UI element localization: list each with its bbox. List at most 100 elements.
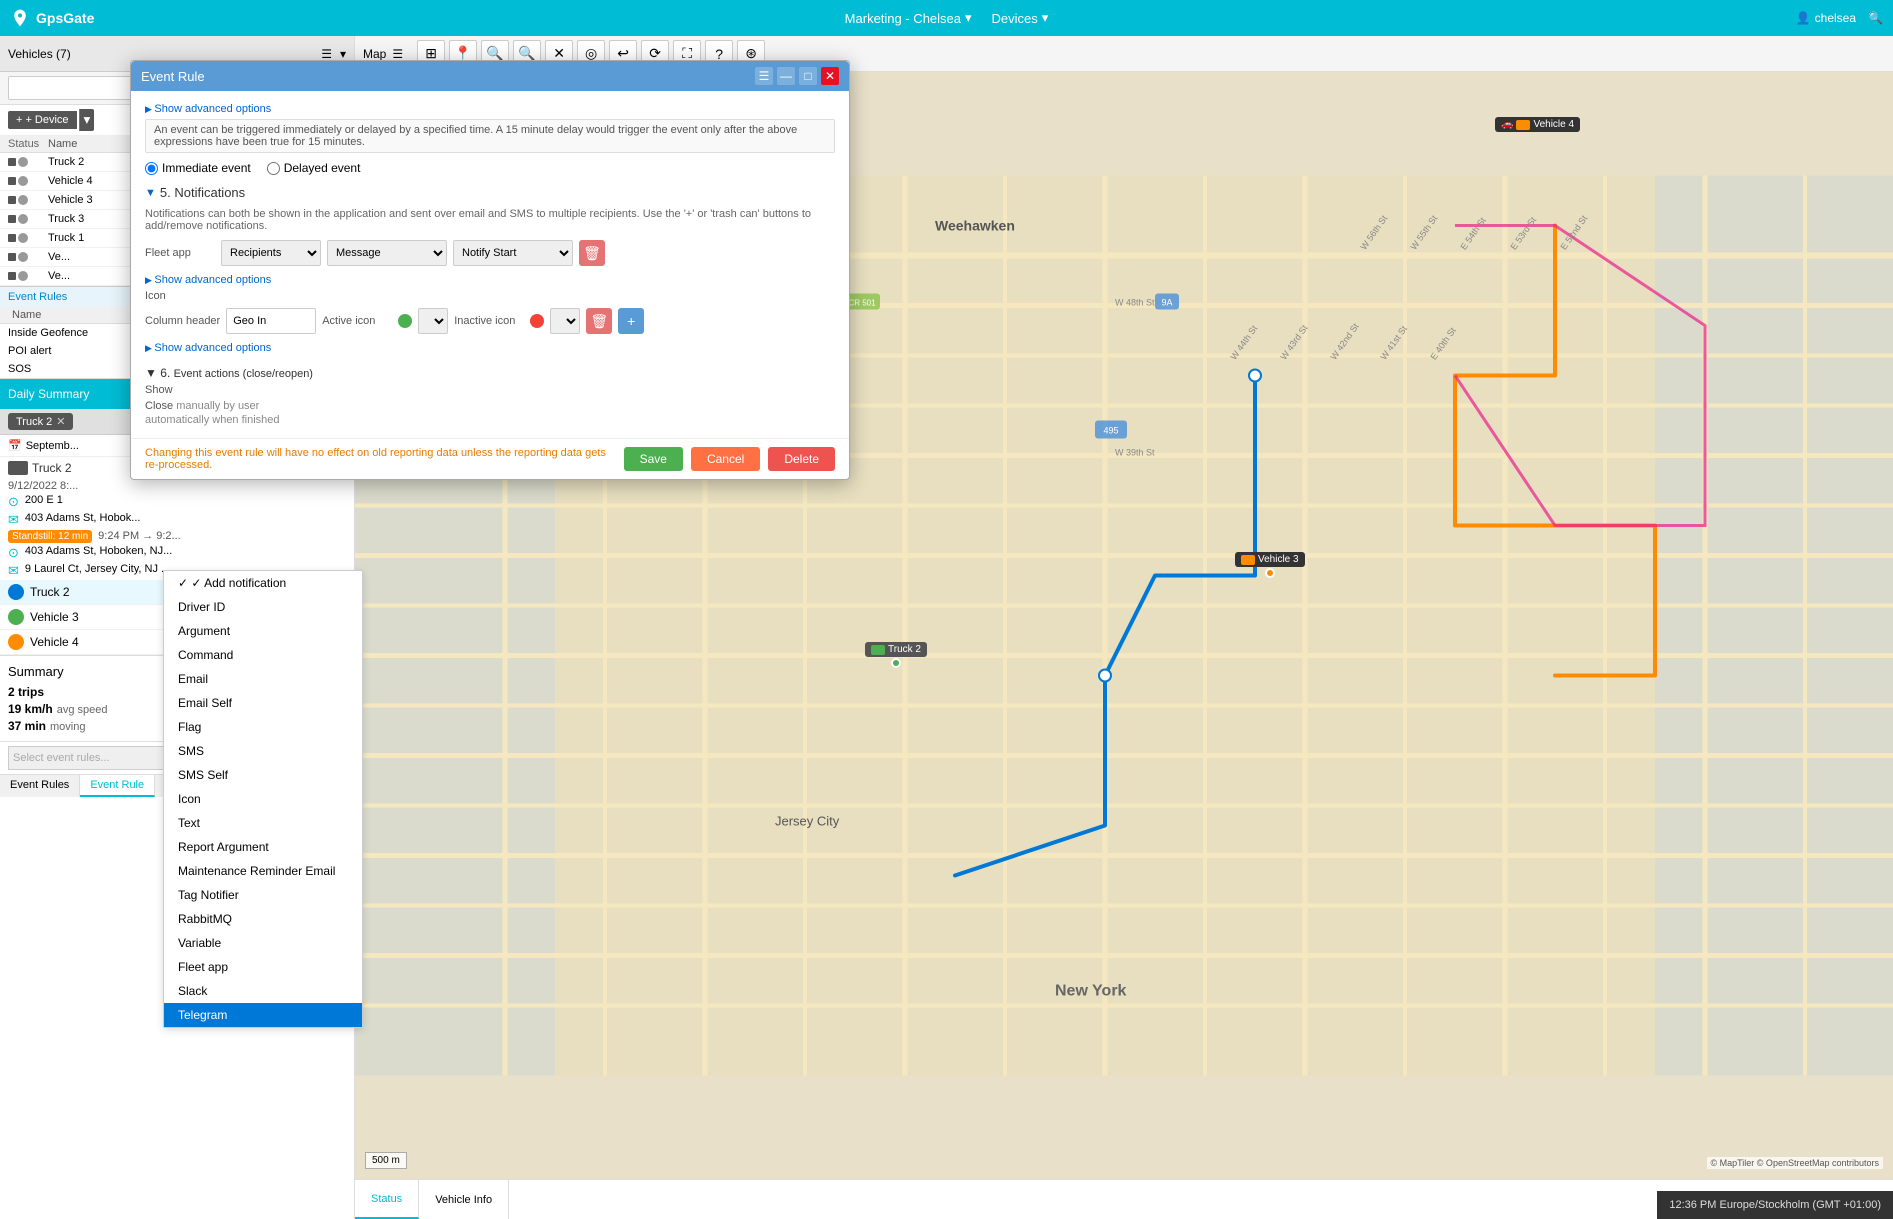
vehicle-list-vehicle3[interactable]: Vehicle 3 <box>0 605 354 630</box>
user-menu[interactable]: 👤 chelsea <box>1796 11 1856 25</box>
close-text: Close manually by user <box>145 400 835 412</box>
event-actions-text: Show <box>145 384 835 396</box>
modal-menu-button[interactable]: ☰ <box>755 67 773 85</box>
notif-desc: Notifications can both be shown in the a… <box>145 208 835 232</box>
map-scale: 500 m <box>365 1152 407 1169</box>
auto-close-text: automatically when finished <box>145 414 835 426</box>
delete-icon-button[interactable]: 🗑 <box>586 308 612 334</box>
event-rules-select[interactable]: Select event rules... <box>8 746 346 770</box>
summary-title: Summary <box>8 664 64 679</box>
vehicle-eye-truck2[interactable] <box>8 584 24 600</box>
summary-trips: 2 trips <box>8 685 167 699</box>
chevron-right-icon: › <box>342 585 346 599</box>
delete-notif-button[interactable]: 🗑 <box>579 240 605 266</box>
modal-minimize-button[interactable]: — <box>777 67 795 85</box>
add-device-button[interactable]: + + Device <box>8 111 77 129</box>
search-icon[interactable]: 🔍 <box>1868 11 1883 25</box>
location-icon3: ⊙ <box>8 545 19 561</box>
vehicle4-marker: Vehicle 4 <box>1495 117 1580 132</box>
column-header-row: Column header Active icon ▾ Inactive ico… <box>145 308 835 334</box>
standstill-badge: Standstill: 12 min <box>8 530 92 543</box>
trip2-address2-row: ✉ 9 Laurel Ct, Jersey City, NJ ... <box>0 562 354 580</box>
active-icon-dropdown[interactable]: ▾ <box>418 308 448 334</box>
chevron-down-icon[interactable]: ▾ <box>340 47 346 61</box>
event-rule-modal: Event Rule ☰ — □ ✕ Show advanced options… <box>130 60 850 480</box>
standstill-row: Standstill: 12 min 9:24 PM → 9:2... <box>0 529 354 544</box>
active-color-dot <box>398 314 412 328</box>
map-menu-icon[interactable]: ☰ <box>392 47 403 61</box>
notif-row: Fleet app Recipients Message Notify Star… <box>145 240 835 266</box>
column-header-label: Column header <box>145 315 220 327</box>
modal-title-bar: Event Rule ☰ — □ ✕ <box>131 61 849 91</box>
inactive-color-dot <box>530 314 544 328</box>
svg-text:W 48th St: W 48th St <box>1115 298 1155 308</box>
delete-button[interactable]: Delete <box>768 447 835 471</box>
truck-tab[interactable]: Truck 2 ✕ <box>8 413 73 430</box>
advanced-options2-link[interactable]: Show advanced options <box>145 274 271 286</box>
map-attribution: © MapTiler © OpenStreetMap contributors <box>1707 1157 1884 1169</box>
hamburger-icon[interactable]: ☰ <box>321 47 332 61</box>
svg-text:9A: 9A <box>1161 298 1172 308</box>
location-icon: ⊙ <box>8 494 19 510</box>
truck-name: Truck 2 <box>32 461 72 475</box>
truck-icon <box>8 461 28 475</box>
recipients-select[interactable]: Recipients <box>221 240 321 266</box>
fleet-app-label: Fleet app <box>145 247 215 259</box>
vehicle-list-truck2[interactable]: Truck 2 11 km · 43 min › <box>0 580 354 605</box>
truck2-marker: Truck 2 <box>865 642 927 669</box>
add-device-dropdown[interactable]: ▾ <box>79 109 95 131</box>
icon-section: Icon <box>145 290 835 302</box>
svg-text:CR 501: CR 501 <box>848 299 876 308</box>
vehicle-eye-vehicle4[interactable] <box>8 634 24 650</box>
trip2-address1-row: ⊙ 403 Adams St, Hoboken, NJ... <box>0 544 354 562</box>
summary-avg-moving-speed: 37 km/h avg moving speed <box>187 702 346 716</box>
column-header-input[interactable] <box>226 308 316 334</box>
trip-time-row: 9/12/2022 8:... <box>0 479 354 493</box>
nav-devices[interactable]: Devices ▾ <box>992 10 1049 26</box>
vehicle-list-vehicle4[interactable]: Vehicle 4 <box>0 630 354 655</box>
radio-row: Immediate event Delayed event <box>145 161 835 175</box>
icon-label: Icon <box>145 290 215 302</box>
save-button[interactable]: Save <box>624 447 683 471</box>
global-bottom-bar: 12:36 PM Europe/Stockholm (GMT +01:00) <box>1657 1191 1893 1219</box>
nav-right: 👤 chelsea 🔍 <box>1796 11 1883 25</box>
summary-chevron[interactable]: ▾ <box>340 665 346 679</box>
location-icon4: ✉ <box>8 563 19 579</box>
summary-grid: 2 trips 12 km distance 19 km/h avg speed… <box>8 685 346 733</box>
inactive-icon-label: Inactive icon <box>454 315 524 327</box>
modal-maximize-button[interactable]: □ <box>799 67 817 85</box>
svg-text:Jersey City: Jersey City <box>775 814 840 829</box>
event-rules-label: Event Rules <box>8 291 67 303</box>
notify-start-select[interactable]: Notify Start <box>453 240 573 266</box>
footer-warning: Changing this event rule will have no ef… <box>145 447 616 471</box>
trip-address2-row: ✉ 403 Adams St, Hobok... <box>0 511 354 529</box>
svg-text:W 39th St: W 39th St <box>1115 448 1155 458</box>
cancel-button[interactable]: Cancel <box>691 447 760 471</box>
svg-text:Weehawken: Weehawken <box>935 218 1015 234</box>
truck-tab-close[interactable]: ✕ <box>56 415 65 428</box>
inactive-icon-dropdown[interactable]: ▾ <box>550 308 580 334</box>
advanced-options3-link[interactable]: Show advanced options <box>145 342 271 354</box>
modal-body: Show advanced options An event can be tr… <box>131 91 849 438</box>
app-name: GpsGate <box>36 10 94 26</box>
immediate-event-radio[interactable]: Immediate event <box>145 161 251 175</box>
add-icon-button[interactable]: + <box>618 308 644 334</box>
status-tab-vehicle-info[interactable]: Vehicle Info <box>419 1180 509 1219</box>
delayed-event-radio[interactable]: Delayed event <box>267 161 361 175</box>
tab-event-rules[interactable]: Event Rules <box>0 775 80 797</box>
summary-moving: 37 min moving <box>8 719 167 733</box>
calendar-icon: 📅 <box>8 439 22 452</box>
vehicle-eye-vehicle3[interactable] <box>8 609 24 625</box>
status-tab-status[interactable]: Status <box>355 1180 419 1219</box>
trip-address1-row: ⊙ 200 E 1 <box>0 493 354 511</box>
event-rules-input: Select event rules... <box>0 741 354 774</box>
nav-marketing[interactable]: Marketing - Chelsea ▾ <box>845 10 972 26</box>
section5-arrow[interactable]: ▼ <box>145 187 156 199</box>
advanced-options-link[interactable]: Show advanced options <box>145 103 271 115</box>
modal-info-text: An event can be triggered immediately or… <box>145 119 835 153</box>
col-status-header: Status <box>8 138 48 150</box>
modal-close-button[interactable]: ✕ <box>821 67 839 85</box>
message-select[interactable]: Message <box>327 240 447 266</box>
tab-event-rule[interactable]: Event Rule <box>80 775 155 797</box>
top-nav: GpsGate Marketing - Chelsea ▾ Devices ▾ … <box>0 0 1893 36</box>
